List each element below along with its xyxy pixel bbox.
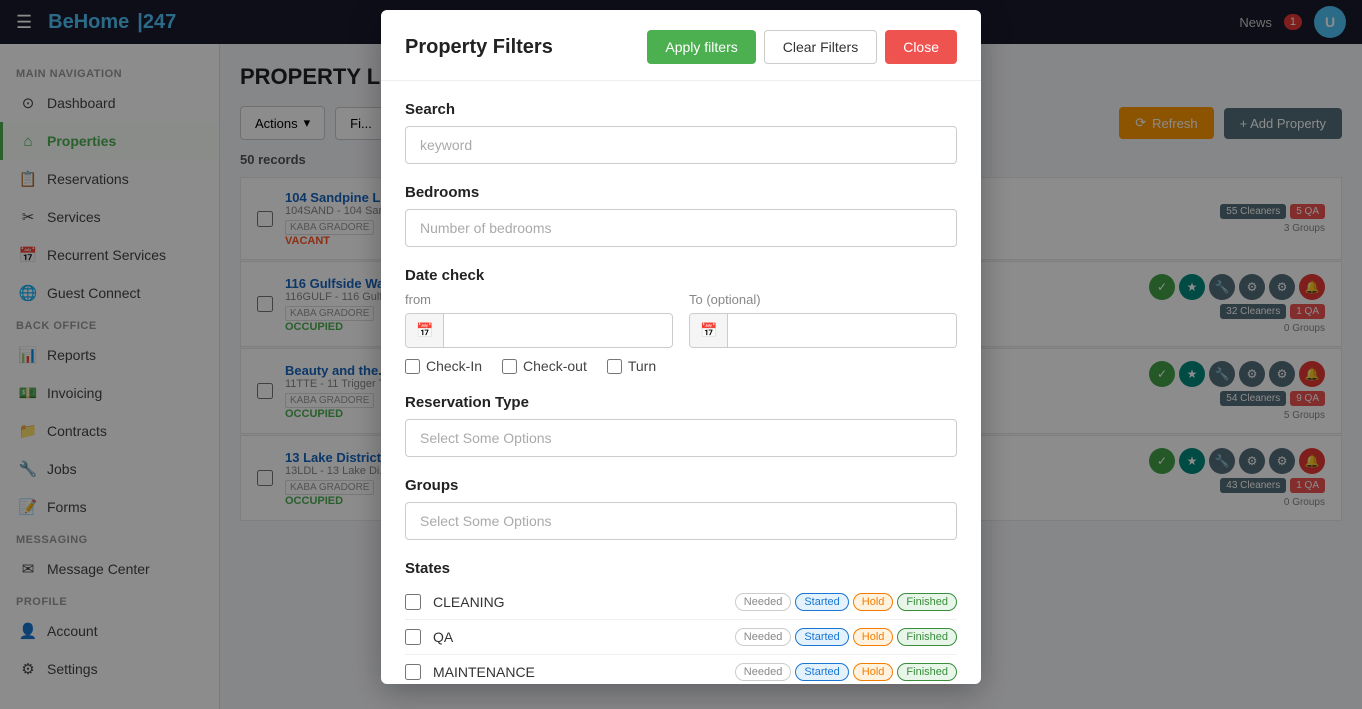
state-cleaning-checkbox[interactable] (405, 594, 421, 610)
bedrooms-section: Bedrooms (405, 184, 957, 247)
finished-badge[interactable]: Finished (897, 593, 957, 611)
needed-badge[interactable]: Needed (735, 663, 792, 681)
finished-badge[interactable]: Finished (897, 663, 957, 681)
date-to-group: To (optional) 📅 (689, 292, 957, 348)
state-qa-checkbox[interactable] (405, 629, 421, 645)
turn-label: Turn (628, 358, 656, 374)
states-section: States CLEANING Needed Started Hold Fini… (405, 560, 957, 684)
hold-badge[interactable]: Hold (853, 593, 894, 611)
groups-label: Groups (405, 477, 957, 494)
search-label: Search (405, 101, 957, 118)
turn-checkbox[interactable] (607, 359, 622, 374)
hold-badge[interactable]: Hold (853, 628, 894, 646)
property-filters-modal: Property Filters Apply filters Clear Fil… (381, 10, 981, 684)
checkin-checkbox[interactable] (405, 359, 420, 374)
needed-badge[interactable]: Needed (735, 628, 792, 646)
state-qa-name: QA (433, 629, 735, 645)
state-cleaning-badges: Needed Started Hold Finished (735, 593, 957, 611)
groups-section: Groups (405, 477, 957, 540)
state-maintenance-badges: Needed Started Hold Finished (735, 663, 957, 681)
started-badge[interactable]: Started (795, 593, 848, 611)
date-check-label: Date check (405, 267, 957, 284)
modal-header: Property Filters Apply filters Clear Fil… (381, 10, 981, 81)
search-input[interactable] (405, 126, 957, 164)
checkout-label: Check-out (523, 358, 587, 374)
date-row: from 📅 To (optional) 📅 (405, 292, 957, 348)
state-qa-badges: Needed Started Hold Finished (735, 628, 957, 646)
date-to-input[interactable] (728, 315, 956, 346)
modal-header-buttons: Apply filters Clear Filters Close (647, 30, 957, 64)
reservation-type-input[interactable] (405, 419, 957, 457)
date-from-wrap: 📅 (405, 313, 673, 348)
needed-badge[interactable]: Needed (735, 593, 792, 611)
clear-filters-button[interactable]: Clear Filters (764, 30, 877, 64)
state-maintenance-name: MAINTENANCE (433, 664, 735, 680)
states-label: States (405, 560, 957, 577)
date-check-section: Date check from 📅 To (optional) 📅 (405, 267, 957, 374)
close-modal-button[interactable]: Close (885, 30, 957, 64)
reservation-type-label: Reservation Type (405, 394, 957, 411)
state-cleaning-row: CLEANING Needed Started Hold Finished (405, 585, 957, 620)
date-type-checkboxes: Check-In Check-out Turn (405, 358, 957, 374)
finished-badge[interactable]: Finished (897, 628, 957, 646)
state-maintenance-row: MAINTENANCE Needed Started Hold Finished (405, 655, 957, 684)
checkout-checkbox-item[interactable]: Check-out (502, 358, 587, 374)
state-qa-row: QA Needed Started Hold Finished (405, 620, 957, 655)
apply-filters-button[interactable]: Apply filters (647, 30, 755, 64)
checkin-label: Check-In (426, 358, 482, 374)
modal-body: Search Bedrooms Date check from 📅 (381, 81, 981, 684)
reservation-type-section: Reservation Type (405, 394, 957, 457)
modal-overlay[interactable]: Property Filters Apply filters Clear Fil… (0, 0, 1362, 709)
checkout-checkbox[interactable] (502, 359, 517, 374)
date-from-label: from (405, 292, 673, 307)
date-from-group: from 📅 (405, 292, 673, 348)
bedrooms-label: Bedrooms (405, 184, 957, 201)
date-from-calendar-button[interactable]: 📅 (406, 314, 444, 347)
date-from-input[interactable] (444, 315, 672, 346)
turn-checkbox-item[interactable]: Turn (607, 358, 656, 374)
checkin-checkbox-item[interactable]: Check-In (405, 358, 482, 374)
date-to-label: To (optional) (689, 292, 957, 307)
started-badge[interactable]: Started (795, 663, 848, 681)
state-maintenance-checkbox[interactable] (405, 664, 421, 680)
modal-title: Property Filters (405, 36, 553, 59)
hold-badge[interactable]: Hold (853, 663, 894, 681)
groups-input[interactable] (405, 502, 957, 540)
started-badge[interactable]: Started (795, 628, 848, 646)
bedrooms-input[interactable] (405, 209, 957, 247)
date-to-wrap: 📅 (689, 313, 957, 348)
state-cleaning-name: CLEANING (433, 594, 735, 610)
search-section: Search (405, 101, 957, 164)
date-to-calendar-button[interactable]: 📅 (690, 314, 728, 347)
